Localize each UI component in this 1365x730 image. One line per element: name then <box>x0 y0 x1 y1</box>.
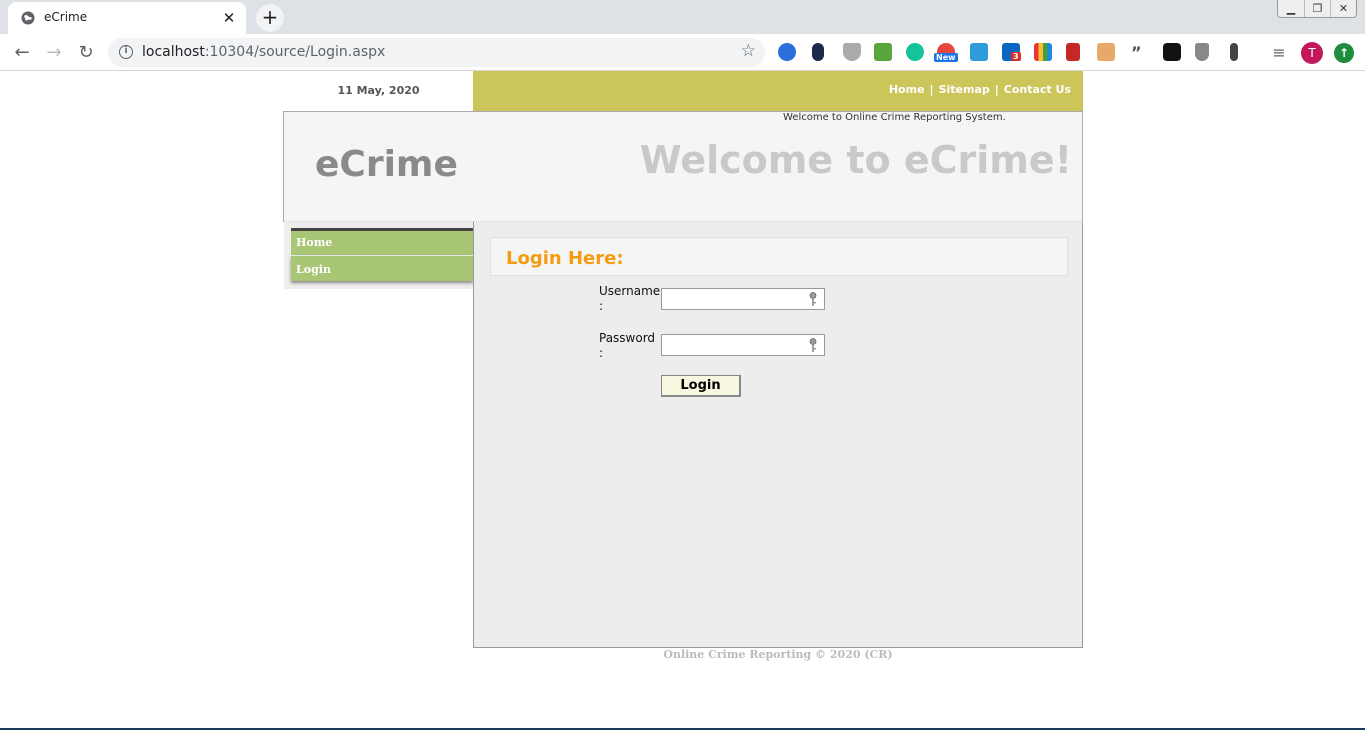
media-queue-icon[interactable]: ≡ <box>1265 39 1293 67</box>
password-input[interactable] <box>661 334 825 356</box>
new-tab-button[interactable]: + <box>256 4 284 32</box>
username-input[interactable] <box>661 288 825 310</box>
current-date: 11 May, 2020 <box>337 84 420 97</box>
url-path: :10304/source/Login.aspx <box>204 44 386 60</box>
linkedin-count-badge: 3 <box>1011 52 1021 61</box>
forward-arrow-icon[interactable]: → <box>40 39 68 67</box>
welcome-banner: Welcome to eCrime! <box>639 138 1072 182</box>
minimize-icon[interactable]: ▁ <box>1278 0 1304 17</box>
tab-strip: eCrime ✕ + ▁ ❐ ✕ <box>0 0 1365 34</box>
screenshot-extension-icon[interactable] <box>970 43 988 61</box>
url-host: localhost <box>142 44 205 60</box>
color-extension-icon[interactable]: New <box>934 43 958 62</box>
quote-extension-icon[interactable]: ” <box>1131 43 1149 62</box>
robot-extension-icon[interactable] <box>1097 43 1115 61</box>
nav-link-sitemap[interactable]: Sitemap <box>939 83 990 96</box>
nav-link-home[interactable]: Home <box>889 83 925 96</box>
page-footer: Online Crime Reporting © 2020 (CR) <box>663 648 893 661</box>
globe-icon <box>21 11 35 25</box>
new-badge: New <box>934 53 958 62</box>
linkedin-icon[interactable]: 3 <box>1002 43 1021 61</box>
reload-icon[interactable]: ↻ <box>72 39 100 67</box>
book-extension-icon[interactable] <box>1066 43 1080 61</box>
username-label: Username : <box>599 284 661 313</box>
grammarly-icon[interactable] <box>906 43 924 61</box>
nav-link-contact[interactable]: Contact Us <box>1004 83 1071 96</box>
bookmark-star-icon[interactable]: ☆ <box>741 41 756 61</box>
top-navigation: Home | Sitemap | Contact Us <box>473 71 1083 111</box>
palette-extension-icon[interactable] <box>1034 43 1052 61</box>
key-icon <box>809 338 817 352</box>
login-heading-box: Login Here: <box>490 237 1068 276</box>
nav-separator: | <box>929 83 934 96</box>
sidebar-item-home[interactable]: Home <box>291 228 473 255</box>
update-arrow-icon[interactable]: ↑ <box>1334 43 1354 63</box>
profile-avatar[interactable]: T <box>1301 42 1323 64</box>
topnav-links: Home | Sitemap | Contact Us <box>889 83 1071 96</box>
shield-extension-icon[interactable] <box>843 43 861 61</box>
browser-tab[interactable]: eCrime ✕ <box>8 2 246 34</box>
restore-icon[interactable]: ❐ <box>1304 0 1330 17</box>
login-title: Login Here: <box>506 248 624 269</box>
password-label: Password : <box>599 331 656 360</box>
close-window-icon[interactable]: ✕ <box>1330 0 1356 17</box>
browser-toolbar: ← → ↻ i localhost:10304/source/Login.asp… <box>0 34 1365 71</box>
web-page: 11 May, 2020 Home | Sitemap | Contact Us Wel… <box>0 71 1365 730</box>
lock-extension-icon[interactable] <box>1163 43 1181 61</box>
tab-title: eCrime <box>44 10 88 24</box>
back-arrow-icon[interactable]: ← <box>8 39 36 67</box>
info-icon[interactable]: i <box>119 45 133 59</box>
key-extension-icon[interactable] <box>1230 43 1238 61</box>
sidebar-menu: Home Login <box>284 222 473 289</box>
address-bar[interactable]: i localhost:10304/source/Login.aspx ☆ <box>108 38 765 67</box>
print-extension-icon[interactable] <box>874 43 892 61</box>
login-button[interactable]: Login <box>661 375 741 397</box>
sidebar-item-login[interactable]: Login <box>291 256 473 281</box>
tab-close-icon[interactable]: ✕ <box>218 7 240 29</box>
nav-separator: | <box>994 83 999 96</box>
welcome-message: Welcome to Online Crime Reporting System… <box>783 112 1006 123</box>
window-controls: ▁ ❐ ✕ <box>1277 0 1357 18</box>
site-logo: eCrime <box>315 144 458 185</box>
site-header: Welcome to Online Crime Reporting System… <box>283 111 1083 222</box>
url-text[interactable]: localhost:10304/source/Login.aspx <box>142 44 385 60</box>
mouse-extension-icon[interactable] <box>812 43 824 61</box>
rocket-extension-icon[interactable] <box>778 43 796 61</box>
key-icon <box>809 292 817 306</box>
main-content: Login Here: Username : Password : Login <box>473 222 1083 648</box>
privacy-shield-icon[interactable] <box>1195 43 1209 61</box>
